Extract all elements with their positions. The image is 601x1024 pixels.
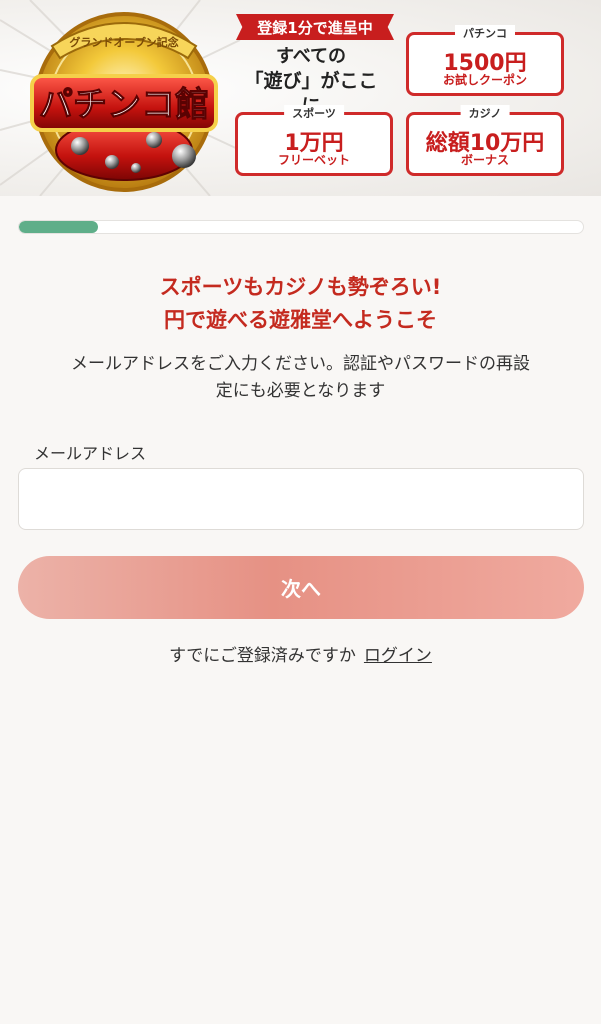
welcome-headline-line-1: スポーツもカジノも勢ぞろい!: [159, 275, 442, 299]
email-instructions-line-1: メールアドレスをご入力ください。認証やパスワードの再設: [71, 354, 530, 374]
progress-fill: [19, 221, 98, 233]
email-field-label: メールアドレス: [34, 444, 147, 463]
next-button[interactable]: 次へ: [18, 556, 584, 619]
card-subtitle: お試しクーポン: [442, 73, 527, 87]
email-field[interactable]: [18, 468, 584, 530]
welcome-headline-line-2: 円で遊べる遊雅堂へようこそ: [164, 308, 437, 332]
login-prompt-text: すでにご登録済みですか: [169, 646, 356, 666]
promo-line-1: すべての: [275, 46, 347, 67]
signup-progress-bar: [18, 220, 584, 234]
card-category: パチンコ: [455, 25, 515, 41]
svg-text:グランドオープン記念: グランドオープン記念: [69, 35, 179, 49]
bonus-card-casino: カジノ 総額10万円 ボーナス: [406, 105, 564, 176]
card-category: カジノ: [460, 105, 510, 121]
login-link[interactable]: ログイン: [364, 646, 432, 666]
bonus-card-sports: スポーツ 1万円 フリーベット: [235, 105, 393, 176]
card-subtitle: ボーナス: [460, 153, 509, 167]
card-subtitle: フリーベット: [277, 153, 350, 167]
svg-text:パチンコ館: パチンコ館: [39, 85, 209, 125]
login-prompt-row: すでにご登録済みですか ログイン: [0, 641, 601, 666]
pachinko-kan-logo: グランドオープン記念 パチンコ館: [14, 6, 234, 192]
email-instructions-line-2: 定にも必要となります: [215, 381, 386, 401]
banner-tagline: 登録1分で進呈中: [236, 14, 394, 40]
card-category: スポーツ: [284, 105, 344, 121]
bonus-card-pachinko: パチンコ 1500円 お試しクーポン: [406, 25, 564, 96]
promo-banner[interactable]: グランドオープン記念 パチンコ館 登録1分で進呈中 すべての 「遊び」がここに …: [0, 0, 601, 196]
